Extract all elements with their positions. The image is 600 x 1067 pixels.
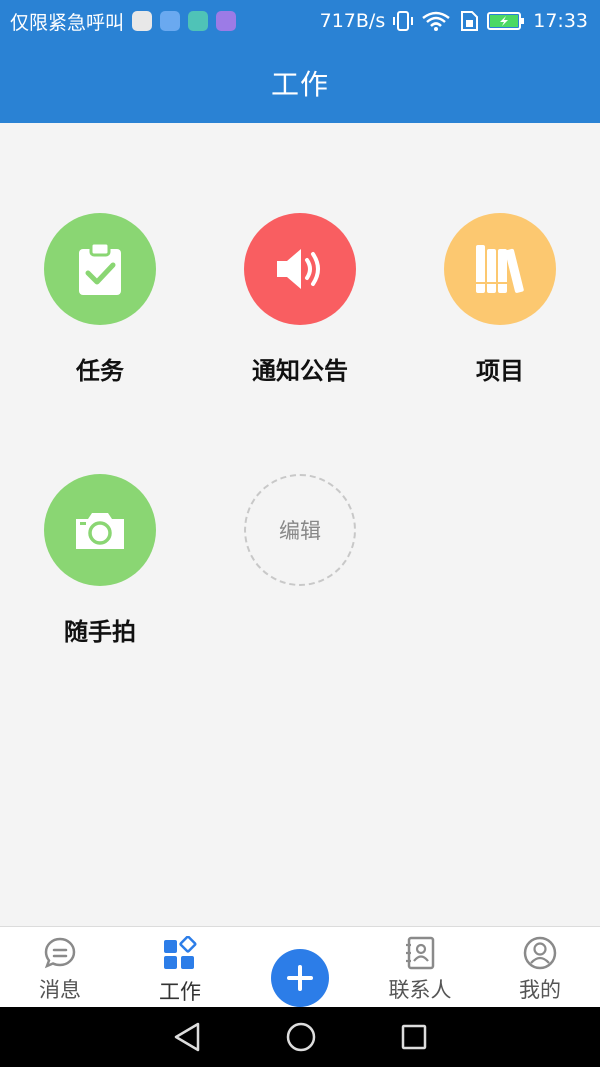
app-notification-icon	[132, 11, 153, 31]
grid-item-notice[interactable]: 通知公告	[200, 213, 400, 386]
contacts-book-icon	[406, 936, 435, 970]
recent-apps-icon[interactable]	[400, 1023, 428, 1051]
carrier-text: 仅限紧急呼叫	[10, 11, 125, 34]
user-icon	[523, 936, 557, 970]
edit-button-label: 编辑	[279, 519, 321, 543]
speaker-icon	[277, 249, 320, 289]
back-icon[interactable]	[172, 1021, 202, 1053]
bottom-navigation: 消息 工作 联系人 我的	[0, 926, 600, 1007]
grid-item-snapshot[interactable]: 随手拍	[0, 474, 200, 647]
books-icon	[476, 245, 524, 293]
apps-grid-icon	[164, 936, 197, 969]
nav-item-contacts[interactable]: 联系人	[360, 927, 480, 1007]
snapshot-icon-circle	[44, 474, 156, 586]
wifi-icon	[422, 11, 450, 31]
sim-icon	[461, 11, 479, 31]
gallery-notification-icon	[216, 11, 237, 31]
project-icon-circle	[444, 213, 556, 325]
grid-item-label: 项目	[476, 357, 524, 385]
system-navigation-bar	[0, 1007, 600, 1067]
grid-item-label: 随手拍	[64, 618, 136, 646]
network-speed: 717B/s	[319, 10, 386, 32]
task-icon-circle	[44, 213, 156, 325]
nav-item-profile[interactable]: 我的	[480, 927, 600, 1007]
nav-label: 消息	[39, 978, 81, 1002]
grid-item-label: 通知公告	[252, 357, 348, 385]
nav-item-work[interactable]: 工作	[120, 927, 240, 1007]
location-notification-icon	[160, 11, 181, 31]
chat-bubble-icon	[44, 937, 76, 969]
edit-button[interactable]: 编辑	[244, 474, 356, 586]
clock: 17:33	[533, 10, 588, 32]
status-left: 仅限紧急呼叫	[10, 8, 237, 35]
camera-icon	[76, 513, 124, 549]
page-title: 工作	[270, 67, 329, 101]
app-header: 工作	[0, 42, 600, 123]
vibrate-icon	[393, 11, 414, 31]
nav-item-add[interactable]	[240, 927, 360, 1007]
nav-item-messages[interactable]: 消息	[0, 927, 120, 1007]
nav-label: 我的	[519, 978, 561, 1002]
notice-icon-circle	[244, 213, 356, 325]
nav-label: 联系人	[388, 978, 452, 1002]
plus-icon	[287, 965, 313, 991]
grid-item-edit[interactable]: 编辑	[200, 474, 400, 586]
android-notification-icon	[188, 11, 209, 31]
battery-charging-icon	[487, 12, 525, 30]
grid-item-project[interactable]: 项目	[400, 213, 600, 386]
status-right: 717B/s 17:33	[320, 10, 588, 32]
status-bar: 仅限紧急呼叫 717B/s 17:33	[0, 0, 600, 42]
add-button[interactable]	[271, 949, 329, 1007]
nav-label: 工作	[159, 980, 201, 1004]
clipboard-check-icon	[79, 241, 121, 295]
home-icon[interactable]	[285, 1021, 317, 1053]
grid-item-task[interactable]: 任务	[0, 213, 200, 386]
grid-item-label: 任务	[76, 357, 124, 385]
